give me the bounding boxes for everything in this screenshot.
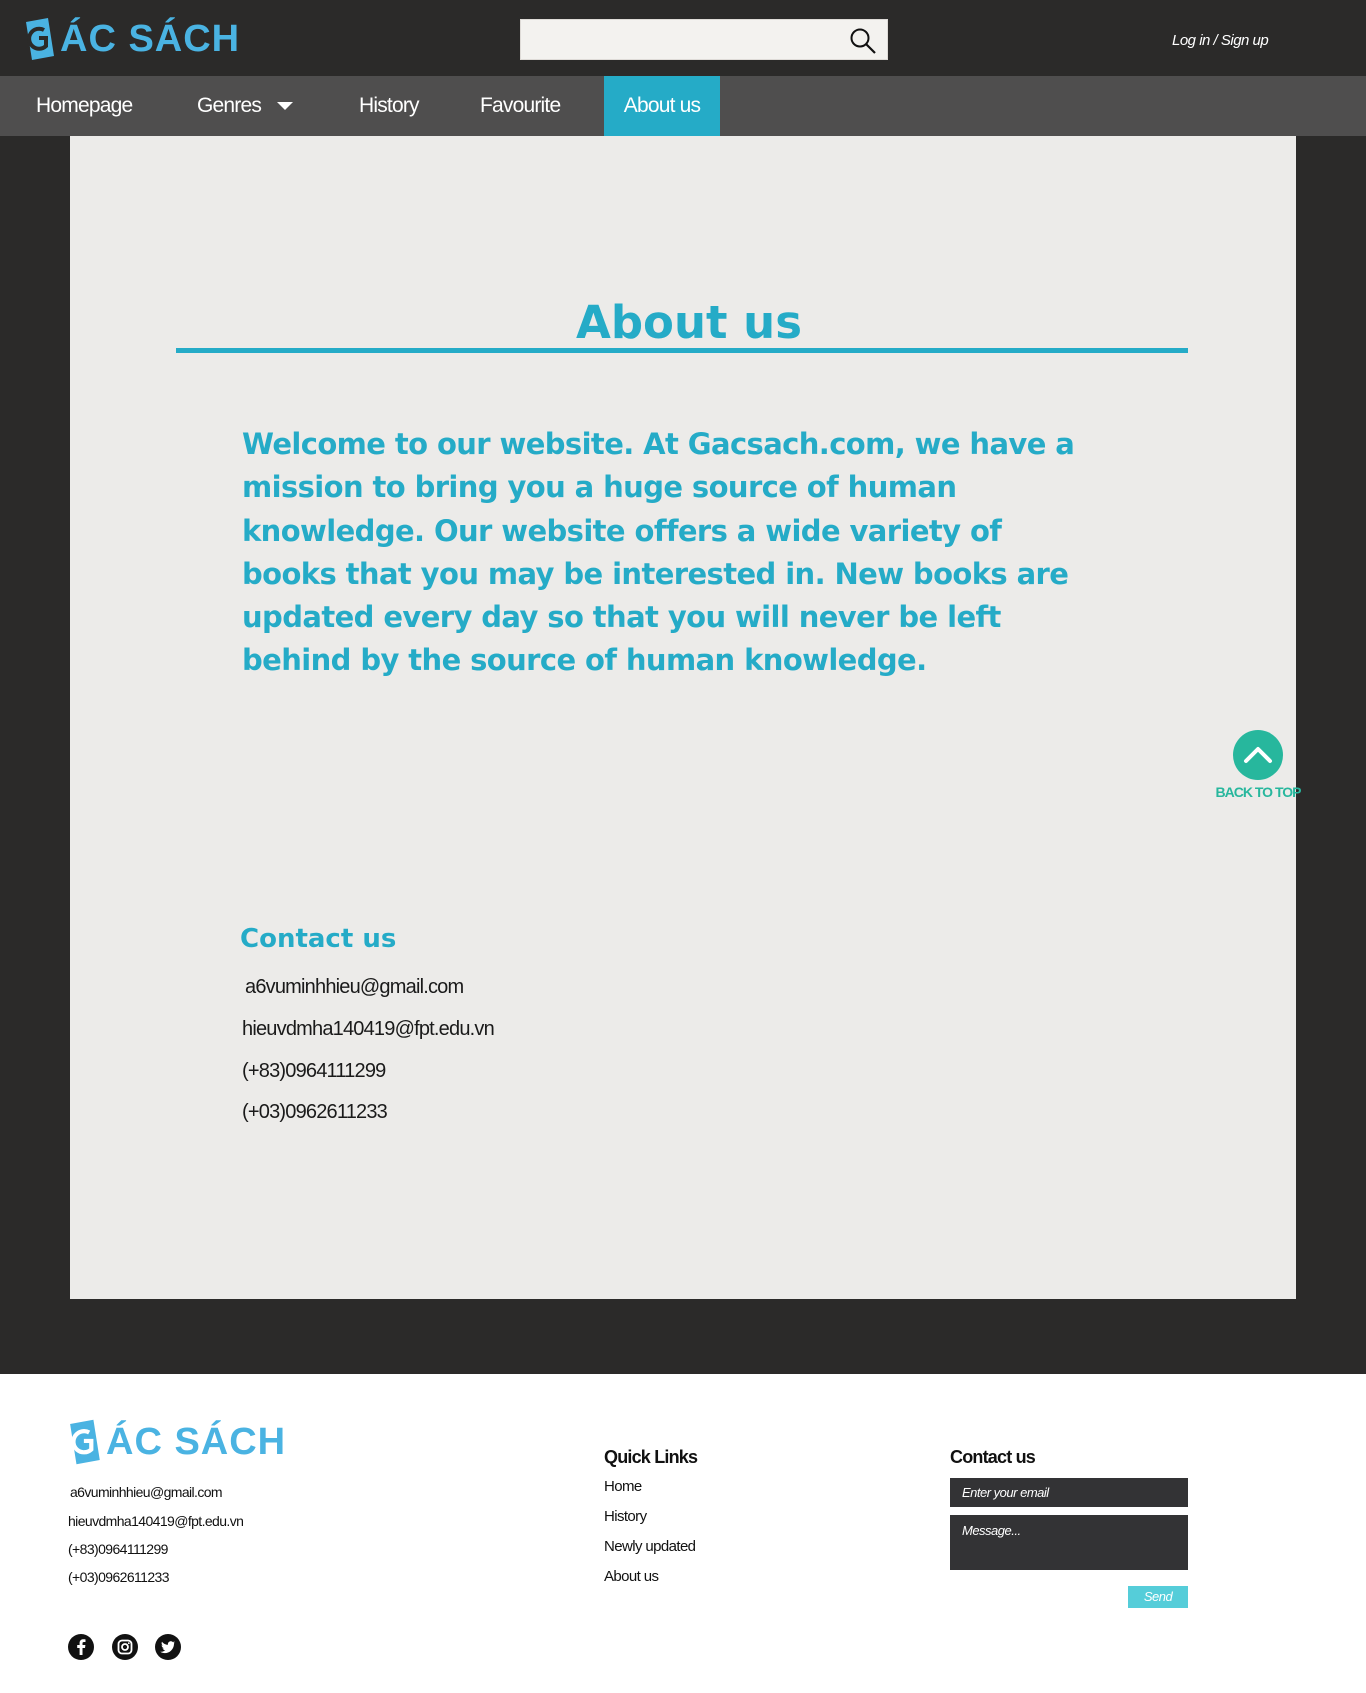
email-field[interactable] xyxy=(950,1478,1188,1507)
nav-favourite[interactable]: Favourite xyxy=(480,76,561,136)
logo-text: ÁC SÁCH xyxy=(106,1420,287,1463)
about-content: About us Welcome to our website. At Gacs… xyxy=(70,136,1301,1299)
nav-genres[interactable]: Genres xyxy=(197,76,294,136)
title-divider xyxy=(176,348,1188,353)
search-input[interactable] xyxy=(521,20,841,59)
contact-email-1: a6vuminhhieu@gmail.com xyxy=(245,976,464,998)
message-field[interactable] xyxy=(950,1515,1188,1570)
nav-label: History xyxy=(359,94,420,117)
chevron-down-icon xyxy=(277,102,294,111)
send-button[interactable]: Send xyxy=(1128,1586,1188,1608)
footer-phone-1: (+83)0964111299 xyxy=(68,1541,168,1557)
logo-text: ÁC SÁCH xyxy=(60,17,241,60)
footer: ÁC SÁCH a6vuminhhieu@gmail.com hieuvdmha… xyxy=(0,1374,1366,1693)
footer-link-newly-updated[interactable]: Newly updated xyxy=(604,1538,696,1555)
footer-contact-title: Contact us xyxy=(950,1447,1036,1467)
footer-email-1: a6vuminhhieu@gmail.com xyxy=(70,1484,223,1500)
instagram-icon[interactable] xyxy=(112,1634,138,1660)
footer-email-2: hieuvdmha140419@fpt.edu.vn xyxy=(68,1513,244,1529)
footer-link-history[interactable]: History xyxy=(604,1508,647,1525)
quick-links-title: Quick Links xyxy=(604,1447,698,1467)
contact-email-2: hieuvdmha140419@fpt.edu.vn xyxy=(242,1018,495,1040)
contact-phone-2: (+03)0962611233 xyxy=(242,1101,388,1123)
page-title: About us xyxy=(576,296,802,349)
logo-book-icon xyxy=(68,1417,104,1467)
contact-phone-1: (+83)0964111299 xyxy=(242,1060,386,1082)
footer-phone-2: (+03)0962611233 xyxy=(68,1569,170,1585)
search-bar[interactable] xyxy=(520,19,888,60)
footer-logo[interactable]: ÁC SÁCH xyxy=(68,1414,286,1470)
nav-homepage[interactable]: Homepage xyxy=(36,76,133,136)
back-to-top-button[interactable]: BACK TO TOP xyxy=(1198,730,1318,800)
login-signup-link[interactable]: Log in / Sign up xyxy=(1172,32,1269,49)
nav-label: Favourite xyxy=(480,94,561,117)
about-paragraph: Welcome to our website. At Gacsach.com, … xyxy=(242,427,1075,678)
search-icon[interactable] xyxy=(849,27,877,55)
top-header: ÁC SÁCH Log in / Sign up xyxy=(0,0,1366,76)
nav-label: About us xyxy=(623,94,701,117)
footer-link-about-us[interactable]: About us xyxy=(604,1568,659,1585)
facebook-icon[interactable] xyxy=(68,1634,94,1660)
nav-label: Genres xyxy=(197,94,262,117)
site-logo[interactable]: ÁC SÁCH xyxy=(24,14,240,64)
logo-book-icon xyxy=(24,16,58,62)
main-nav: Homepage Genres History Favourite About … xyxy=(0,76,1366,136)
contact-title: Contact us xyxy=(240,924,397,954)
twitter-icon[interactable] xyxy=(155,1634,181,1660)
nav-history[interactable]: History xyxy=(359,76,420,136)
nav-label: Homepage xyxy=(36,94,133,117)
chevron-up-icon xyxy=(1233,730,1283,780)
footer-link-home[interactable]: Home xyxy=(604,1478,642,1495)
nav-about-us[interactable]: About us xyxy=(604,76,720,136)
back-to-top-label: BACK TO TOP xyxy=(1215,784,1302,800)
